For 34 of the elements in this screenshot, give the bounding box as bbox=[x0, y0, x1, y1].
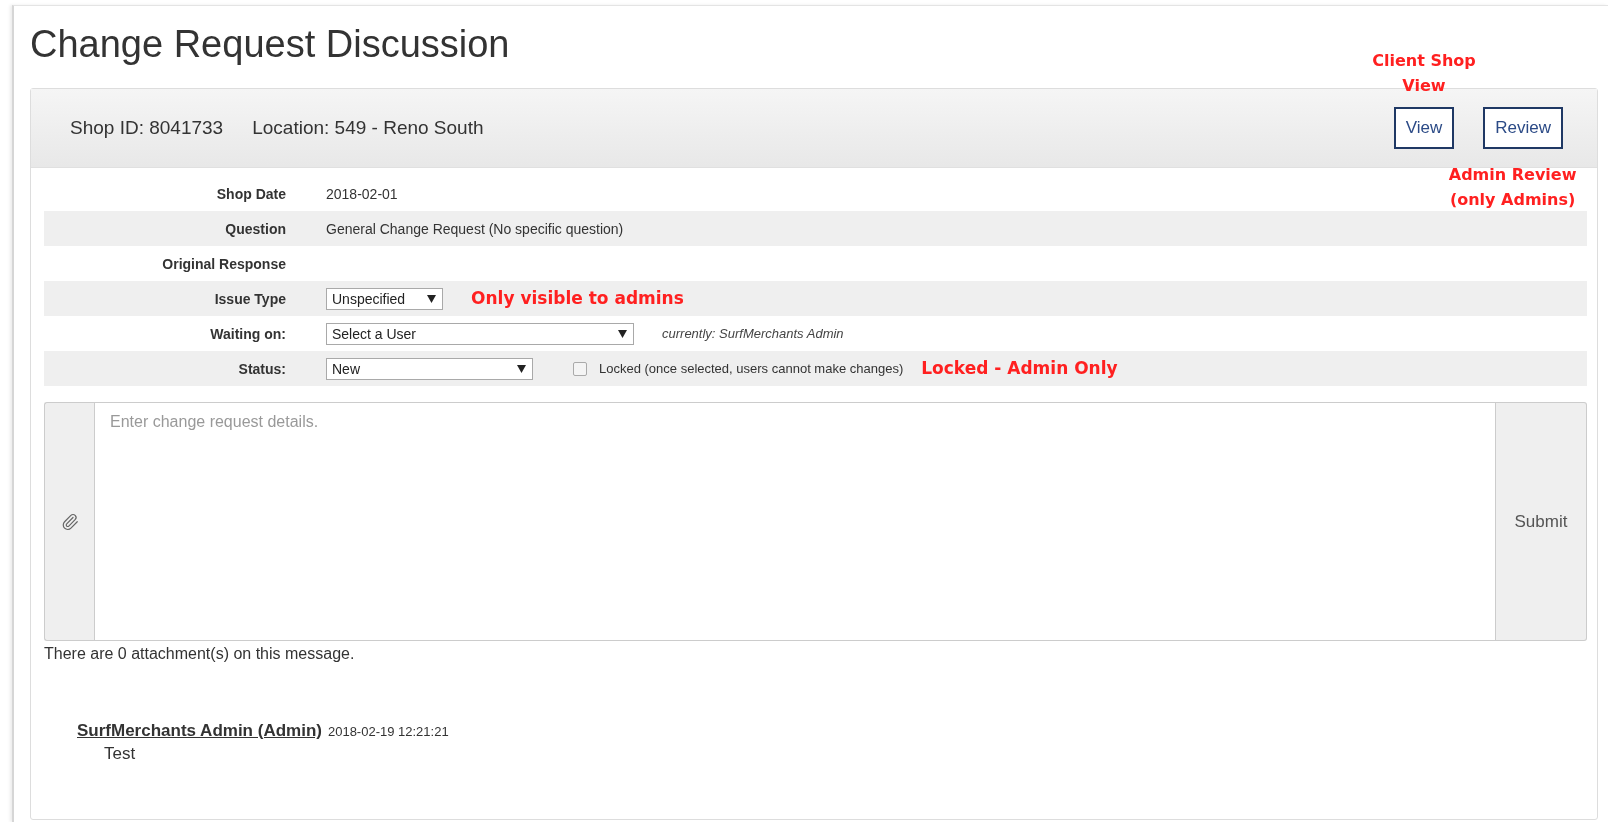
field-label: Status: bbox=[237, 360, 286, 377]
annotation-note: Admin Review (only Admins) bbox=[1447, 164, 1578, 211]
current-user-note: currently: SurfMerchants Admin bbox=[662, 326, 844, 341]
attach-button[interactable] bbox=[44, 402, 94, 641]
annotation-note: Locked - Admin Only bbox=[921, 357, 1118, 380]
caret-icon bbox=[618, 329, 627, 338]
location: Location: 549 - Reno South bbox=[252, 117, 484, 139]
details-field[interactable]: Enter change request details. bbox=[94, 402, 1496, 641]
field-label: Waiting on: bbox=[209, 325, 286, 342]
caret-icon bbox=[427, 294, 436, 303]
locked-checkbox[interactable] bbox=[573, 361, 587, 376]
shop-id: Shop ID: 8041733 bbox=[70, 117, 224, 139]
annotation-note: Client Shop View bbox=[1371, 50, 1477, 97]
caret-icon bbox=[517, 364, 526, 373]
message-text: Test bbox=[104, 744, 136, 764]
view-button[interactable]: View bbox=[1393, 107, 1455, 149]
page-title: Change Request Discussion bbox=[30, 22, 510, 66]
select-field[interactable]: Select a User bbox=[326, 322, 634, 345]
field-label: Question bbox=[224, 220, 286, 237]
field-label: Original Response bbox=[161, 255, 286, 272]
field-label: Shop Date bbox=[215, 185, 286, 202]
annotation-note: Only visible to admins bbox=[471, 287, 684, 310]
paperclip-icon bbox=[60, 512, 79, 531]
select-field[interactable]: Unspecified bbox=[326, 287, 443, 310]
field-value: 2018-02-01 bbox=[326, 185, 398, 202]
submit-button[interactable]: Submit bbox=[1496, 402, 1587, 641]
field-label: Issue Type bbox=[213, 290, 286, 307]
message-time: 2018-02-19 12:21:21 bbox=[327, 724, 449, 739]
checkbox-label: Locked (once selected, users cannot make changes) bbox=[599, 361, 904, 376]
field-value: General Change Request (No specific question) bbox=[326, 220, 624, 237]
review-button[interactable]: Review bbox=[1483, 107, 1563, 149]
attachments-text: There are 0 attachment(s) on this message. bbox=[44, 645, 355, 663]
author-link[interactable]: SurfMerchants Admin (Admin) bbox=[77, 721, 322, 741]
select-field[interactable]: New bbox=[326, 357, 533, 380]
